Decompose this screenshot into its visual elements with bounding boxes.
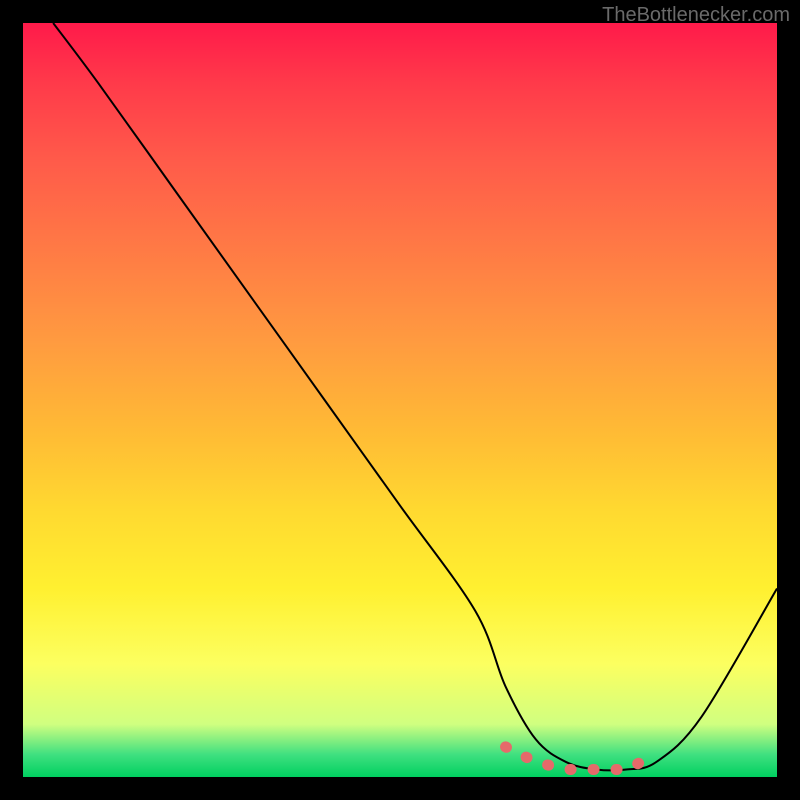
chart-plot-area xyxy=(23,23,777,777)
chart-svg xyxy=(23,23,777,777)
watermark-text: TheBottlenecker.com xyxy=(602,4,790,27)
curve-line xyxy=(53,23,777,770)
